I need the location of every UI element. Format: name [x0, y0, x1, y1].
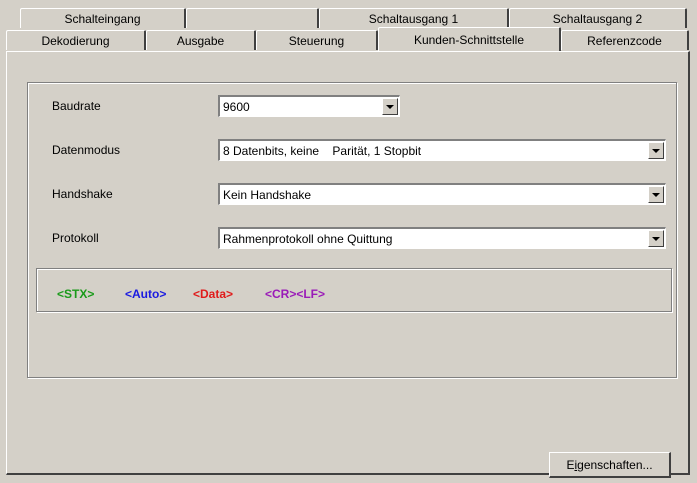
token-data: <Data>: [193, 287, 234, 301]
tab-row-bottom: Dekodierung Ausgabe Steuerung Kunden-Sch…: [6, 27, 689, 51]
eigenschaften-prefix: E: [566, 457, 575, 472]
tab-label: Ausgabe: [176, 33, 225, 48]
baudrate-select[interactable]: 9600: [218, 95, 400, 117]
tab-kunden-schnittstelle[interactable]: Kunden-Schnittstelle: [378, 27, 561, 51]
baudrate-value: 9600: [223, 99, 250, 114]
tab-steuerung[interactable]: Steuerung: [256, 30, 378, 50]
handshake-label: Handshake: [52, 187, 113, 201]
handshake-value: Kein Handshake: [223, 187, 312, 202]
tab-label: Dekodierung: [41, 33, 110, 48]
tab-schalteingang[interactable]: Schalteingang: [20, 8, 186, 28]
frame-preview: <STX> <Auto> <Data> <CR><LF>: [36, 268, 672, 312]
eigenschaften-suffix: genschaften...: [577, 457, 653, 472]
eigenschaften-button[interactable]: Ei genschaften...: [549, 452, 671, 478]
dropdown-arrow-icon[interactable]: [648, 186, 664, 203]
tab-label: Schalteingang: [64, 11, 141, 26]
token-auto: <Auto>: [125, 287, 167, 301]
handshake-select[interactable]: Kein Handshake: [218, 183, 666, 205]
datenmodus-value: 8 Datenbits, keine Parität, 1 Stopbit: [223, 143, 422, 158]
protokoll-label: Protokoll: [52, 231, 99, 245]
baudrate-label: Baudrate: [52, 99, 101, 113]
protokoll-select[interactable]: Rahmenprotokoll ohne Quittung: [218, 227, 666, 249]
token-cr-lf: <CR><LF>: [265, 287, 326, 301]
tab-label: Referenzcode: [587, 33, 662, 48]
protokoll-value: Rahmenprotokoll ohne Quittung: [223, 231, 393, 246]
tab-row-top: Schalteingang Schaltausgang 1 Schaltausg…: [20, 8, 687, 29]
tab-dekodierung[interactable]: Dekodierung: [6, 30, 146, 50]
tab-label: Schaltausgang 2: [552, 11, 643, 26]
tab-label: Kunden-Schnittstelle: [413, 32, 525, 47]
tab-schaltausgang-1[interactable]: Schaltausgang 1: [319, 8, 509, 28]
tab-label: Schaltausgang 1: [368, 11, 459, 26]
tab-empty[interactable]: [186, 8, 319, 28]
tab-label: Steuerung: [288, 33, 345, 48]
tab-referenzcode[interactable]: Referenzcode: [561, 30, 689, 50]
tab-schaltausgang-2[interactable]: Schaltausgang 2: [509, 8, 687, 28]
dropdown-arrow-icon[interactable]: [648, 142, 664, 159]
dropdown-arrow-icon[interactable]: [648, 230, 664, 247]
dropdown-arrow-icon[interactable]: [382, 98, 398, 115]
datenmodus-label: Datenmodus: [52, 143, 121, 157]
token-stx: <STX>: [57, 287, 95, 301]
tab-ausgabe[interactable]: Ausgabe: [146, 30, 256, 50]
datenmodus-select[interactable]: 8 Datenbits, keine Parität, 1 Stopbit: [218, 139, 666, 161]
